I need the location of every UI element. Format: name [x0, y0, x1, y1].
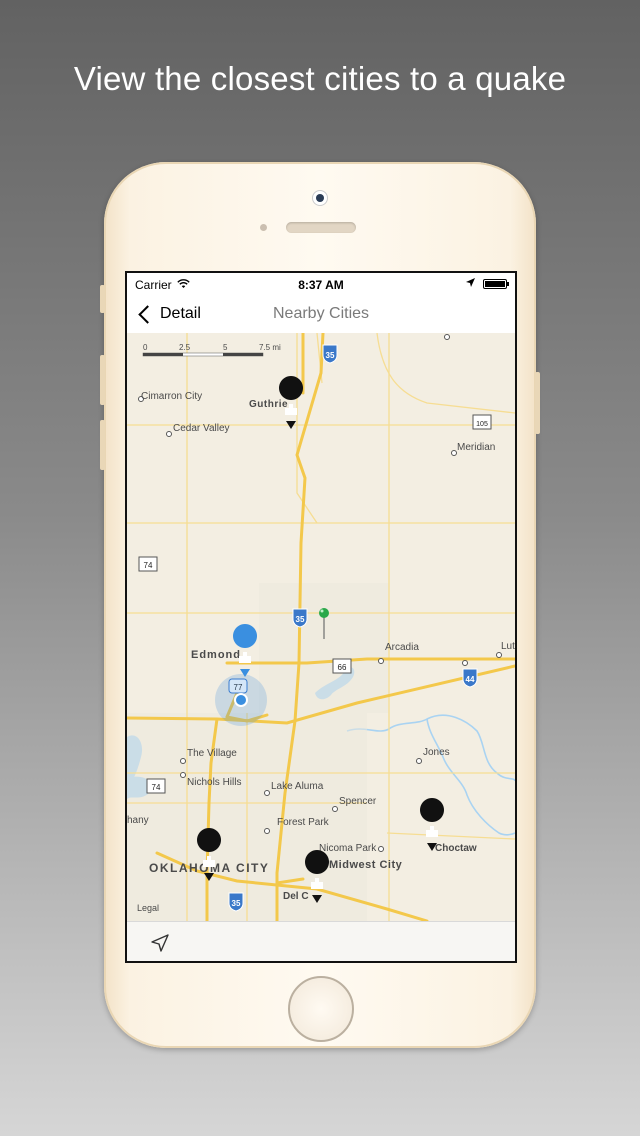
place-label: The Village: [187, 748, 237, 759]
bottom-toolbar: [127, 921, 515, 961]
volume-up-button: [100, 355, 105, 405]
clock: 8:37 AM: [298, 278, 344, 292]
place-label: Midwest City: [329, 859, 403, 871]
place-label: Arcadia: [385, 642, 419, 653]
interstate-shield: 35: [292, 608, 308, 628]
mute-switch: [100, 285, 105, 313]
scale-tick: 7.5 mi: [259, 343, 281, 352]
earpiece-speaker: [286, 222, 356, 233]
scale-tick: 5: [223, 343, 228, 352]
state-route-shield: 105: [472, 414, 492, 430]
place-label: Nichols Hills: [187, 777, 241, 788]
shield-label: 74: [152, 783, 161, 792]
status-bar: Carrier 8:37 AM: [127, 273, 515, 295]
place-label: Spencer: [339, 796, 377, 807]
place-label: Meridian: [457, 442, 495, 453]
state-route-shield: 66: [332, 658, 352, 674]
interstate-shield: 35: [322, 344, 338, 364]
map-view[interactable]: Cimarron City Guthrie Cedar Valley Merid…: [127, 333, 515, 921]
volume-down-button: [100, 420, 105, 470]
phone-screen: Carrier 8:37 AM Detail Nearby Cities Cim…: [125, 271, 517, 963]
place-label: Choctaw: [435, 843, 477, 854]
state-route-shield: 74: [146, 778, 166, 794]
interstate-shield: 35: [228, 892, 244, 912]
map-canvas: Cimarron City Guthrie Cedar Valley Merid…: [127, 333, 515, 921]
scale-tick: 0: [143, 343, 148, 352]
legal-link[interactable]: Legal: [137, 903, 159, 913]
front-camera: [312, 190, 328, 206]
state-route-shield: 74: [138, 556, 158, 572]
battery-icon: [483, 279, 509, 289]
power-button: [535, 372, 540, 434]
scale-tick: 2.5: [179, 343, 191, 352]
current-location-button[interactable]: [149, 932, 171, 954]
place-label: Guthrie: [249, 399, 288, 410]
shield-label: 105: [476, 421, 488, 428]
shield-label: 35: [296, 615, 305, 624]
shield-label: 35: [326, 351, 335, 360]
shield-label: 66: [338, 663, 347, 672]
place-label: Cimarron City: [141, 391, 202, 402]
shield-label: 74: [144, 561, 153, 570]
place-label: Forest Park: [277, 817, 330, 828]
place-label: Cedar Valley: [173, 423, 230, 434]
place-label: Jones: [423, 747, 450, 758]
edmond-city-area: [259, 583, 389, 713]
shield-label: 35: [232, 899, 241, 908]
page-title: Nearby Cities: [272, 305, 370, 322]
interstate-shield: 44: [462, 668, 478, 688]
place-label: Lake Aluma: [271, 781, 324, 792]
place-label: hany: [127, 815, 149, 826]
place-label: Lut: [501, 641, 515, 652]
promo-headline: View the closest cities to a quake: [73, 60, 567, 97]
user-location-indicator: [215, 674, 267, 726]
location-services-icon: [466, 278, 475, 290]
navigation-bar: Detail Nearby Cities: [127, 295, 515, 334]
home-button[interactable]: [288, 976, 354, 1042]
proximity-sensor: [260, 224, 267, 231]
shield-label: 44: [466, 675, 475, 684]
scale-bar: 0 2.5 5 7.5 mi: [142, 343, 281, 357]
place-label: Nicoma Park: [319, 843, 377, 854]
location-arrow-icon: [151, 934, 169, 952]
place-label: Del C: [283, 891, 309, 902]
place-label: Edmond: [191, 649, 241, 661]
